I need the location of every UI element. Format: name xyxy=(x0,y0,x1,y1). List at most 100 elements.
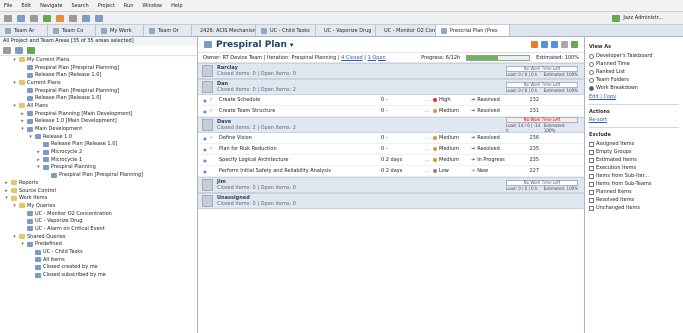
owner-group[interactable]: Unassigned Closed items: 0 | Open items: … xyxy=(198,193,584,209)
work-item-row[interactable]: ● Specify Logical Architecture 0 2 days...… xyxy=(198,155,584,166)
exclude-option[interactable]: Empty Groups xyxy=(589,148,679,156)
checkbox[interactable] xyxy=(589,149,594,155)
view-option[interactable]: Developer's Taskboard xyxy=(589,52,679,60)
exclude-option[interactable]: Assigned Items xyxy=(589,140,679,148)
expander-icon[interactable]: ▾ xyxy=(12,80,17,86)
exclude-option[interactable]: Planned Items xyxy=(589,188,679,196)
tab-5[interactable]: 2426: ACIS Mechanism xyxy=(192,25,256,36)
exclude-option[interactable]: Items from Sub-Iter... xyxy=(589,172,679,180)
view-option[interactable]: Planned Time xyxy=(589,60,679,68)
tab-1[interactable]: Team Ar xyxy=(0,25,48,36)
radio-button[interactable] xyxy=(589,61,594,67)
tree-item[interactable]: ▾ Current Plans xyxy=(0,79,197,87)
tree-item[interactable]: ▸ Microcycle 1 xyxy=(0,156,197,164)
chevron-down-icon[interactable]: ▾ xyxy=(290,41,294,49)
tree-item[interactable]: UC - Vaporize Drug xyxy=(0,217,197,225)
status[interactable]: ➜ Resolved xyxy=(471,108,519,114)
tree-item[interactable]: UC - Alarm on Critical Event xyxy=(0,225,197,233)
collapse-icon[interactable] xyxy=(15,47,23,54)
radio-button[interactable] xyxy=(589,53,594,59)
tree-item[interactable]: Release Plan [Release 1.0] xyxy=(0,94,197,102)
radio-button[interactable] xyxy=(589,85,594,91)
work-item-row[interactable]: ● ✓ Create Schedule 0 -... High ➜ Resolved 232 xyxy=(198,95,584,106)
work-item-row[interactable]: ● Perform Initial Safety and Reliability … xyxy=(198,166,584,177)
tree-item[interactable]: All Items xyxy=(0,256,197,264)
tree-item[interactable]: UC - Child Tasks xyxy=(0,248,197,256)
tab-9[interactable]: Prescrial Plan (Pres xyxy=(436,25,510,36)
exclude-option[interactable]: Unchanged Items xyxy=(589,204,679,212)
tree-item[interactable]: ▸ Prespiral Planning [Main Development] xyxy=(0,110,197,118)
report-icon[interactable] xyxy=(531,41,538,48)
menu-item-help[interactable]: Help xyxy=(171,3,182,9)
tree-item[interactable]: Closed created by me xyxy=(0,264,197,272)
expander-icon[interactable]: ▾ xyxy=(12,57,17,63)
run-icon[interactable] xyxy=(43,14,51,22)
expander-icon[interactable]: ▾ xyxy=(12,203,17,209)
tree-item[interactable]: ▸ Source Control xyxy=(0,187,197,195)
expander-icon[interactable]: ▸ xyxy=(4,188,9,194)
radio-button[interactable] xyxy=(589,69,594,75)
tree-item[interactable]: ▸ Release 1.0 [Main Development] xyxy=(0,118,197,126)
tab-8[interactable]: UC - Monitor O2 Conc xyxy=(376,25,436,36)
owner-group[interactable]: Dave Closed items: 2 | Open items: 2 No Wo… xyxy=(198,117,584,133)
tab-4[interactable]: Team Or xyxy=(144,25,192,36)
back-icon[interactable] xyxy=(82,14,90,22)
tree-item[interactable]: ▾ Predefined xyxy=(0,241,197,249)
tree-item[interactable]: ▾ Main Development xyxy=(0,125,197,133)
expander-icon[interactable]: ▾ xyxy=(20,126,25,132)
work-item-row[interactable]: ● ✓ Define Vision 0 -... Medium ➜ Resolved 236 xyxy=(198,133,584,144)
search-icon[interactable] xyxy=(69,14,77,22)
forward-icon[interactable] xyxy=(95,14,103,22)
tree-item[interactable]: Prespiral Plan [Prespiral Planning] xyxy=(0,87,197,95)
tree-item[interactable]: UC - Monitor O2 Concentration xyxy=(0,210,197,218)
exclude-option[interactable]: Items from Sub-Teams xyxy=(589,180,679,188)
tree-item[interactable]: ▾ My Queries xyxy=(0,202,197,210)
checkbox[interactable] xyxy=(589,189,594,195)
priority[interactable]: High xyxy=(433,97,471,103)
status[interactable]: ➜ In Progress xyxy=(471,157,519,163)
tree-item[interactable]: ▾ All Plans xyxy=(0,102,197,110)
expander-icon[interactable]: ▸ xyxy=(36,157,41,163)
table-icon[interactable] xyxy=(551,41,558,48)
tree-item[interactable]: ▸ Reports xyxy=(0,179,197,187)
tree-item[interactable]: Closed subscribed by me xyxy=(0,271,197,279)
tab-3[interactable]: My Work xyxy=(96,25,144,36)
menu-item-window[interactable]: Window xyxy=(142,3,162,9)
checkbox[interactable] xyxy=(589,173,594,179)
tree-item[interactable]: Release Plan [Release 1.0] xyxy=(0,71,197,79)
work-item-row[interactable]: ● ✓ Create Team Structure 0 -... Medium ➜ Reso… xyxy=(198,106,584,117)
work-item-summary[interactable]: Create Team Structure xyxy=(219,108,381,114)
menu-item-file[interactable]: File xyxy=(4,3,12,9)
tree-item[interactable]: Prespiral Plan [Prespiral Planning] xyxy=(0,64,197,72)
status[interactable]: ➜ Resolved xyxy=(471,97,519,103)
tree-item[interactable]: ▾ Work Items xyxy=(0,194,197,202)
checkbox[interactable] xyxy=(589,141,594,147)
user-menu[interactable]: Jazz Administr... xyxy=(612,14,663,22)
filter-icon[interactable] xyxy=(561,41,568,48)
checkbox[interactable] xyxy=(589,165,594,171)
work-item-summary[interactable]: Perform Initial Safety and Reliability A… xyxy=(219,168,381,174)
expander-icon[interactable]: ▾ xyxy=(4,195,9,201)
work-item-id[interactable]: 236 xyxy=(519,135,539,141)
expander-icon[interactable]: ▸ xyxy=(36,149,41,155)
view-option[interactable]: Ranked List xyxy=(589,68,679,76)
priority[interactable]: Medium xyxy=(433,108,471,114)
expander-icon[interactable]: ▾ xyxy=(36,164,41,170)
add-icon[interactable] xyxy=(571,41,578,48)
work-item-id[interactable]: 227 xyxy=(519,168,539,174)
work-item-summary[interactable]: Plan for Risk Reduction xyxy=(219,146,381,152)
menu-item-project[interactable]: Project xyxy=(98,3,115,9)
tree-item[interactable]: Release Plan [Release 1.0] xyxy=(0,141,197,149)
tab-6[interactable]: UC - Child Tasks xyxy=(256,25,316,36)
exclude-option[interactable]: Resolved Items xyxy=(589,196,679,204)
work-item-id[interactable]: 232 xyxy=(519,97,539,103)
work-item-id[interactable]: 235 xyxy=(519,157,539,163)
checkbox[interactable] xyxy=(589,205,594,211)
menu-item-search[interactable]: Search xyxy=(72,3,89,9)
filter-icon[interactable] xyxy=(3,47,11,54)
status[interactable]: ➜ New xyxy=(471,168,519,174)
expander-icon[interactable]: ▾ xyxy=(12,103,17,109)
exclude-option[interactable]: Estimated Items xyxy=(589,156,679,164)
open-link[interactable]: 1 Open xyxy=(368,55,386,61)
priority[interactable]: Medium xyxy=(433,135,471,141)
